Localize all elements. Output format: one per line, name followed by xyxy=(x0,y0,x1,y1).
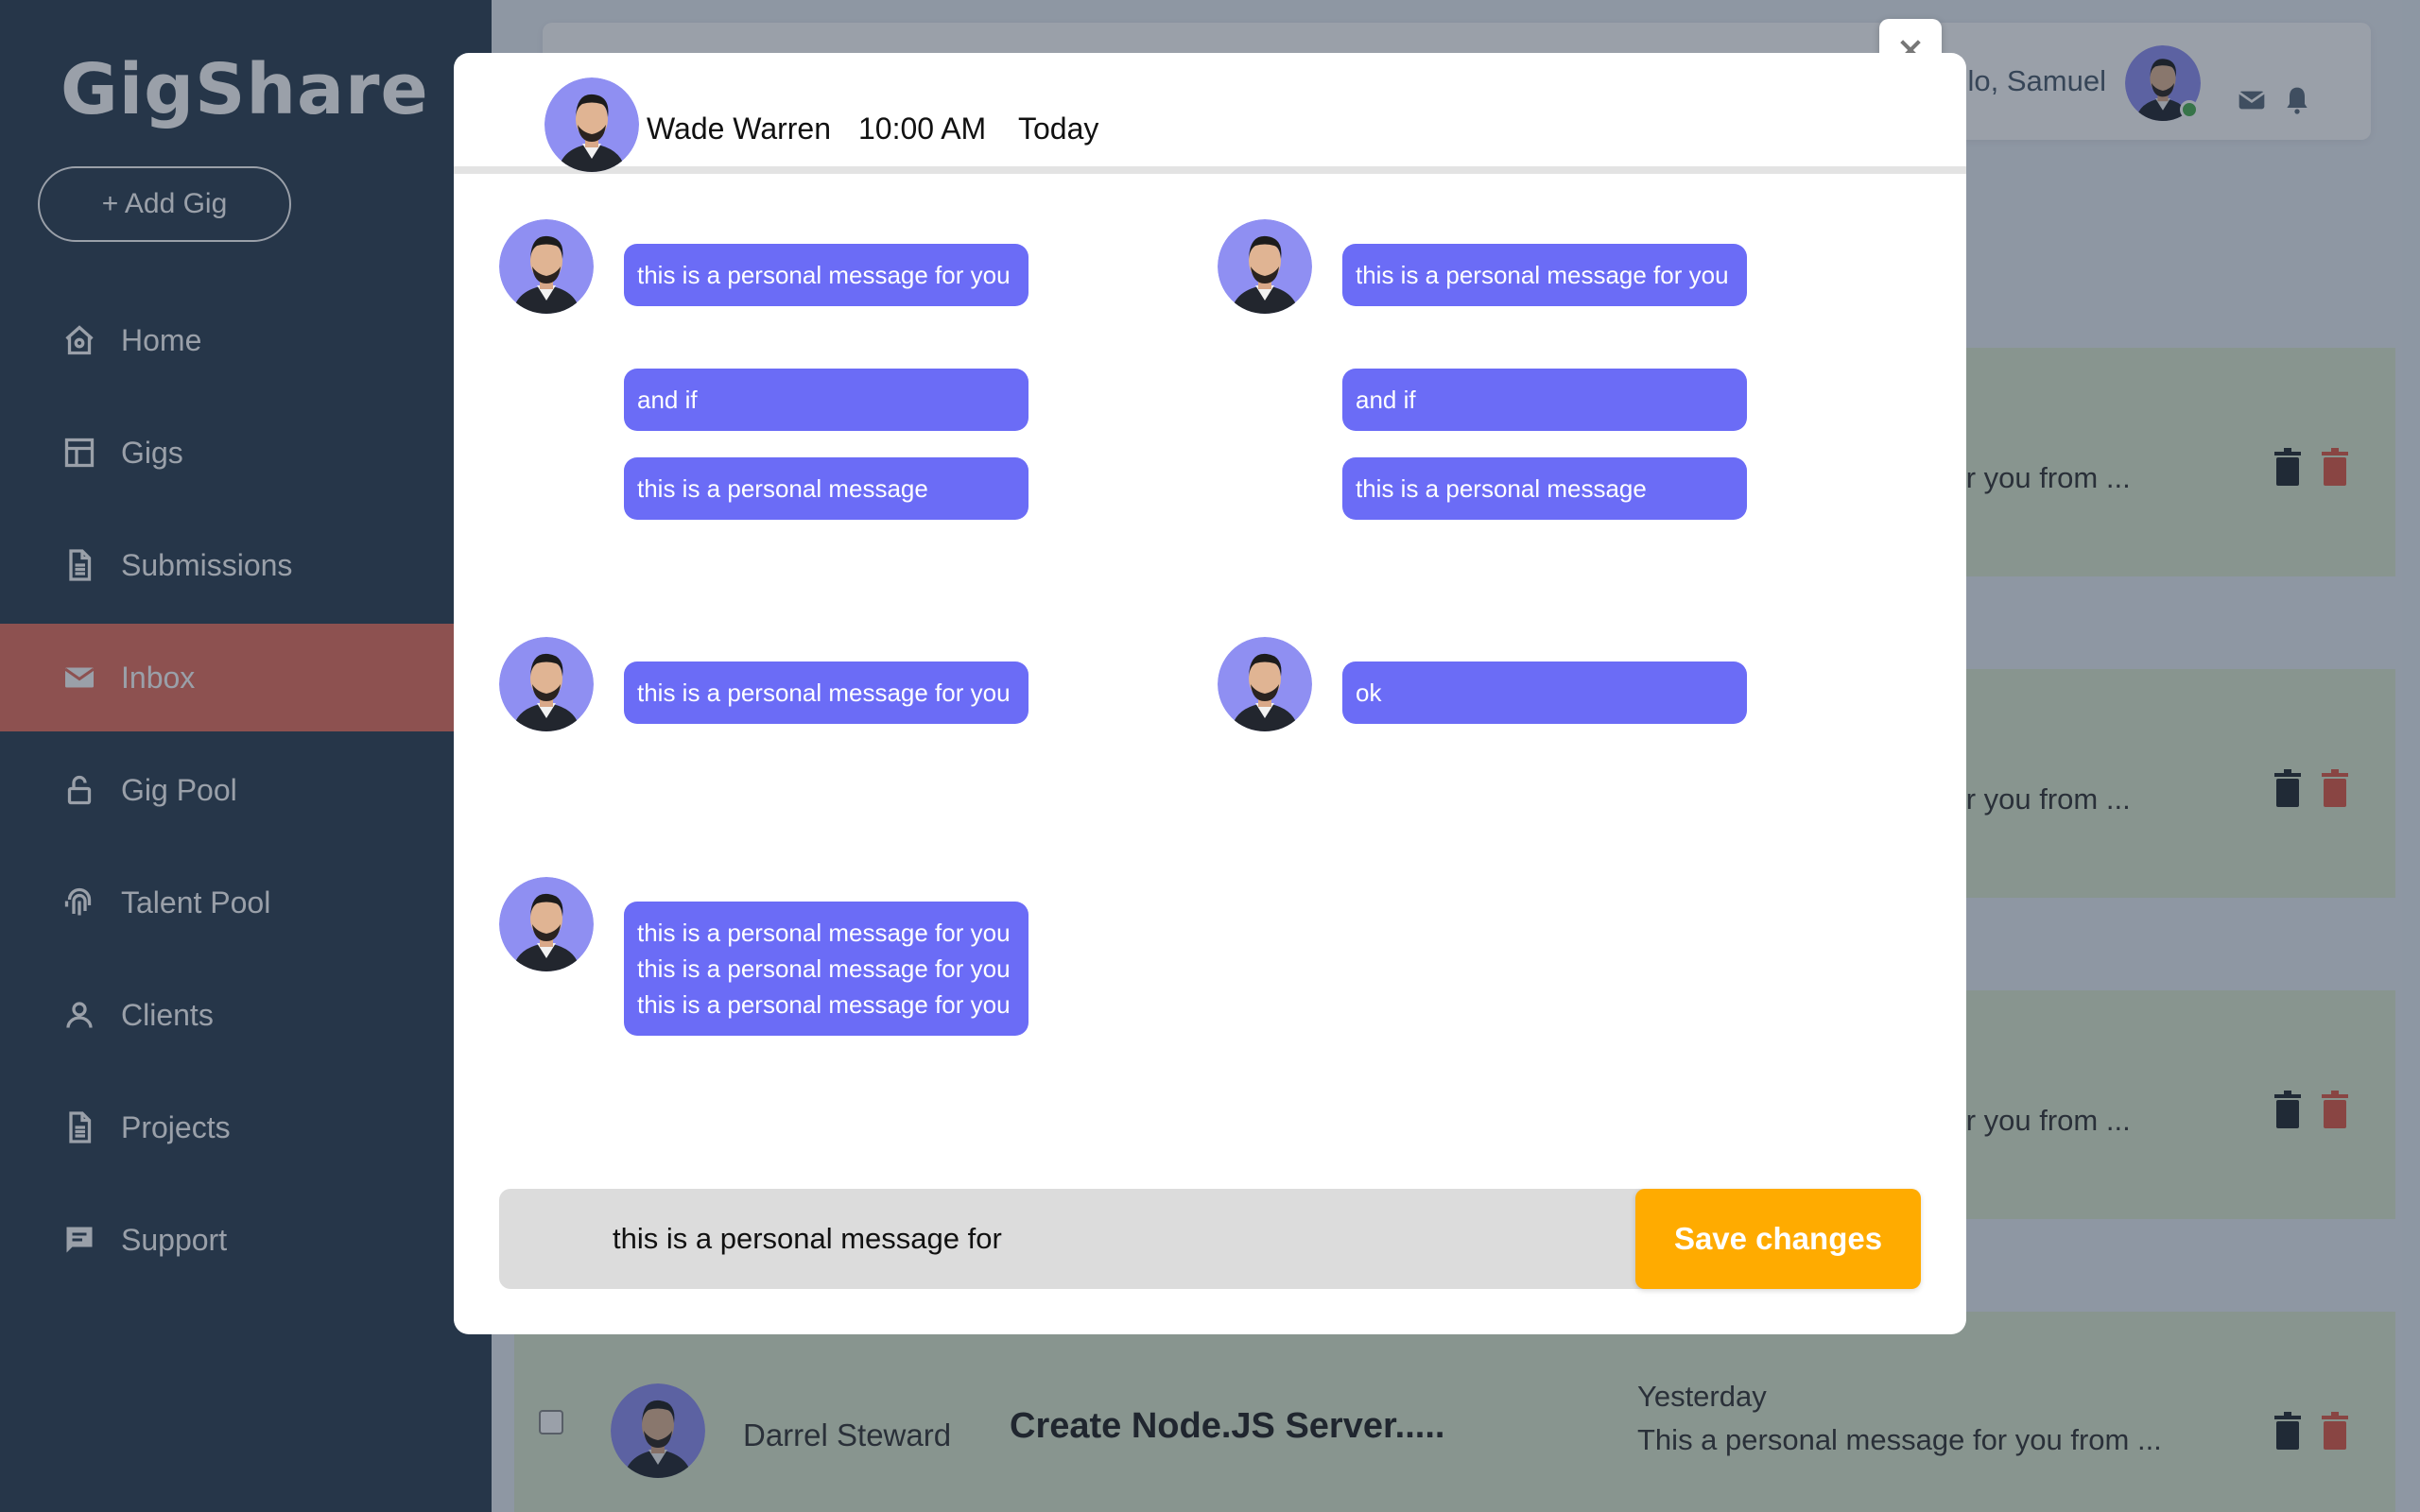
message-bubble: this is a personal message xyxy=(624,457,1028,520)
avatar xyxy=(499,637,594,731)
message-input[interactable] xyxy=(499,1189,1634,1289)
message-day: Today xyxy=(1018,112,1099,146)
chat-modal: Wade Warren 10:00 AM Today this is a per… xyxy=(454,53,1966,1334)
contact-name: Wade Warren xyxy=(647,112,832,146)
message-composer: Save changes xyxy=(499,1189,1921,1289)
save-changes-button[interactable]: Save changes xyxy=(1635,1189,1921,1289)
contact-avatar xyxy=(544,77,639,172)
message-bubble: this is a personal message for you xyxy=(624,244,1028,306)
modal-header: Wade Warren 10:00 AM Today xyxy=(454,53,1966,174)
message-bubble: this is a personal message for you xyxy=(1342,244,1747,306)
avatar xyxy=(499,877,594,971)
message-bubble: and if xyxy=(624,369,1028,431)
avatar xyxy=(499,219,594,314)
message-bubble: this is a personal message for you this … xyxy=(624,902,1028,1036)
message-time: 10:00 AM xyxy=(858,112,987,146)
message-bubble: this is a personal message xyxy=(1342,457,1747,520)
avatar xyxy=(1218,219,1312,314)
message-bubble: this is a personal message for you xyxy=(624,662,1028,724)
avatar xyxy=(1218,637,1312,731)
message-bubble: ok xyxy=(1342,662,1747,724)
message-bubble: and if xyxy=(1342,369,1747,431)
